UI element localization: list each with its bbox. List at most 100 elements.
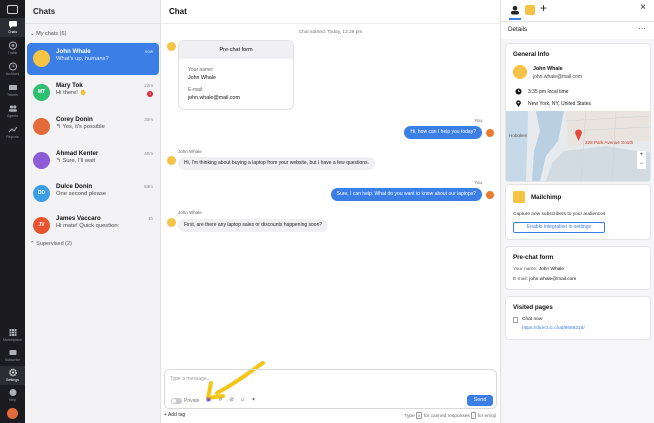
unread-badge: 1 (147, 91, 153, 97)
avatar (33, 152, 50, 169)
map-zoom-controls: + − (637, 151, 646, 169)
close-icon[interactable]: × (640, 2, 646, 13)
map-label-address: 228 Park Avenue South (585, 140, 634, 145)
nav-tickets-label: Tickets (7, 93, 18, 97)
add-tab-icon[interactable]: + (540, 1, 547, 15)
nav-archives[interactable]: Archives (0, 60, 25, 79)
chevron-down-icon: ⌄ (30, 31, 35, 37)
visited-pages-title: Visited pages (513, 304, 553, 311)
prechat-email-row: E-mail: john.whale@mail.com (513, 277, 577, 282)
nav-subscribe[interactable]: Subscribe (0, 346, 25, 365)
chat-item-name: John Whale (56, 48, 91, 55)
chat-item-corey-donin[interactable]: Corey Donin ↰ Yes, it's possible 30m (27, 111, 159, 143)
avatar (33, 50, 50, 67)
add-tag-button[interactable]: + Add tag (164, 412, 185, 418)
map-zoom-out-button[interactable]: − (637, 160, 646, 169)
private-label: Private (184, 398, 200, 404)
chatbot-icon[interactable]: ▣ (205, 397, 212, 404)
chat-item-time: 22m (144, 83, 153, 88)
traffic-icon (8, 41, 17, 50)
chat-item-name: Ahmad Kenter (56, 150, 99, 157)
chat-item-time: now (144, 49, 153, 54)
mailchimp-description: Capture new subscribers to your audience… (513, 212, 606, 217)
chat-item-ahmad-kenter[interactable]: Ahmad Kenter ↰ Sure, I'll wait 40m (27, 145, 159, 177)
chat-item-dulce-donin[interactable]: DD Dulce Donin One second please 53m (27, 178, 159, 210)
chat-started-label: Chat started: Today, 12:28 pm (298, 30, 363, 35)
customer-avatar (167, 156, 176, 165)
private-toggle[interactable] (171, 398, 182, 404)
location-pin-icon (516, 100, 521, 107)
general-info-card: General Info John Whale john.whale@mail.… (505, 43, 651, 182)
chat-item-time: 40m (144, 151, 153, 156)
nav-agents-label: Agents (7, 114, 18, 118)
sparkle-icon[interactable]: ✦ (250, 397, 257, 404)
map-zoom-in-button[interactable]: + (637, 151, 646, 160)
nav-settings[interactable]: Settings (0, 366, 25, 385)
message-sender: John Whale (178, 149, 202, 154)
message-composer[interactable]: Type a message... Private ▣ # ⊘ ☺ ✦ Send (164, 369, 497, 409)
supervised-label: Supervised (2) (36, 241, 72, 247)
grid-icon (9, 329, 16, 336)
message-sender: John Whale (178, 210, 202, 215)
prechat-form-header: Pre-chat form (179, 41, 293, 59)
details-tabs: + × (501, 0, 654, 22)
local-time: 3:35 pm local time (528, 89, 569, 95)
map-label-hoboken: Hoboken (509, 133, 528, 138)
avatar: JV (33, 217, 50, 234)
nav-chats[interactable]: Chats (0, 18, 25, 37)
chat-item-preview: Hi mate! Quick question: (56, 223, 120, 229)
customer-avatar (167, 42, 176, 51)
location-map[interactable]: Hoboken 228 Park Avenue South + − (506, 111, 650, 181)
send-button[interactable]: Send (467, 395, 493, 406)
attachment-icon[interactable]: ⊘ (228, 397, 235, 404)
mailchimp-title: Mailchimp (531, 194, 562, 201)
mailchimp-tab-icon[interactable] (525, 5, 535, 15)
active-tab-indicator (509, 18, 521, 20)
chat-item-name: Dulce Donin (56, 183, 93, 190)
hashtag-icon[interactable]: # (217, 397, 224, 404)
chat-item-time: 30m (144, 117, 153, 122)
details-header: Details ··· (501, 22, 654, 39)
chat-item-john-whale[interactable]: John Whale What's up, humans? now (27, 43, 159, 75)
prechat-form-card: Pre-chat form Your name: John Whale E-ma… (178, 40, 294, 110)
nav-reports[interactable]: Reports (0, 123, 25, 142)
nav-settings-label: Settings (6, 378, 19, 382)
nav-traffic[interactable]: Traffic (0, 39, 25, 58)
avatar (33, 118, 50, 135)
page-icon (513, 317, 518, 323)
app-logo-icon (7, 5, 18, 14)
my-chats-group-toggle[interactable]: ⌄ My chats (6) (30, 31, 66, 37)
archive-icon (8, 62, 17, 71)
chat-item-name: Mary Tok (56, 82, 83, 89)
reports-icon (8, 126, 17, 133)
chat-item-mary-tok[interactable]: MT Mary Tok Hi there! ✋ 22m 1 (27, 77, 159, 109)
chat-item-time: 53m (144, 184, 153, 189)
form-email-value: john.whale@mail.com (188, 95, 240, 101)
emoji-icon[interactable]: ☺ (239, 397, 246, 404)
chat-item-preview: ↰ Sure, I'll wait (56, 158, 96, 164)
agent-avatar[interactable] (7, 408, 18, 419)
visited-pages-card: Visited pages Chat now https://direct.lc… (505, 296, 651, 340)
avatar: MT (33, 84, 50, 101)
nav-agents[interactable]: Agents (0, 102, 25, 121)
customer-avatar (167, 218, 176, 227)
mailchimp-card: Mailchimp Capture new subscribers to you… (505, 184, 651, 240)
nav-help[interactable]: Help (0, 386, 25, 405)
supervised-group-toggle[interactable]: ⌃ Supervised (2) (30, 241, 72, 247)
chat-item-time: 1h (147, 216, 153, 221)
navigation-rail: Chats Traffic Archives Tickets Agents Re… (0, 0, 25, 423)
nav-tickets[interactable]: Tickets (0, 81, 25, 100)
chat-item-james-vaccaro[interactable]: JV James Vaccaro Hi mate! Quick question… (27, 210, 159, 242)
enable-integration-button[interactable]: Enable integration in settings (513, 222, 605, 233)
nav-marketplace[interactable]: Marketplace (0, 326, 25, 345)
form-name-value: John Whale (188, 75, 216, 81)
details-title: Details (508, 26, 528, 33)
visited-page-link[interactable]: https://direct.lc.chat/8656216/ (522, 326, 585, 331)
customer-message: First, are there any laptop sales or dis… (178, 219, 329, 232)
details-panel: + × Details ··· General Info John Whale … (500, 0, 654, 423)
customer-tab-icon[interactable] (510, 5, 520, 15)
my-chats-label: My chats (6) (36, 31, 67, 37)
prechat-details-card: Pre-chat form Your name: John Whale E-ma… (505, 246, 651, 290)
more-options-icon[interactable]: ··· (638, 24, 646, 33)
chat-item-name: James Vaccaro (56, 215, 101, 222)
